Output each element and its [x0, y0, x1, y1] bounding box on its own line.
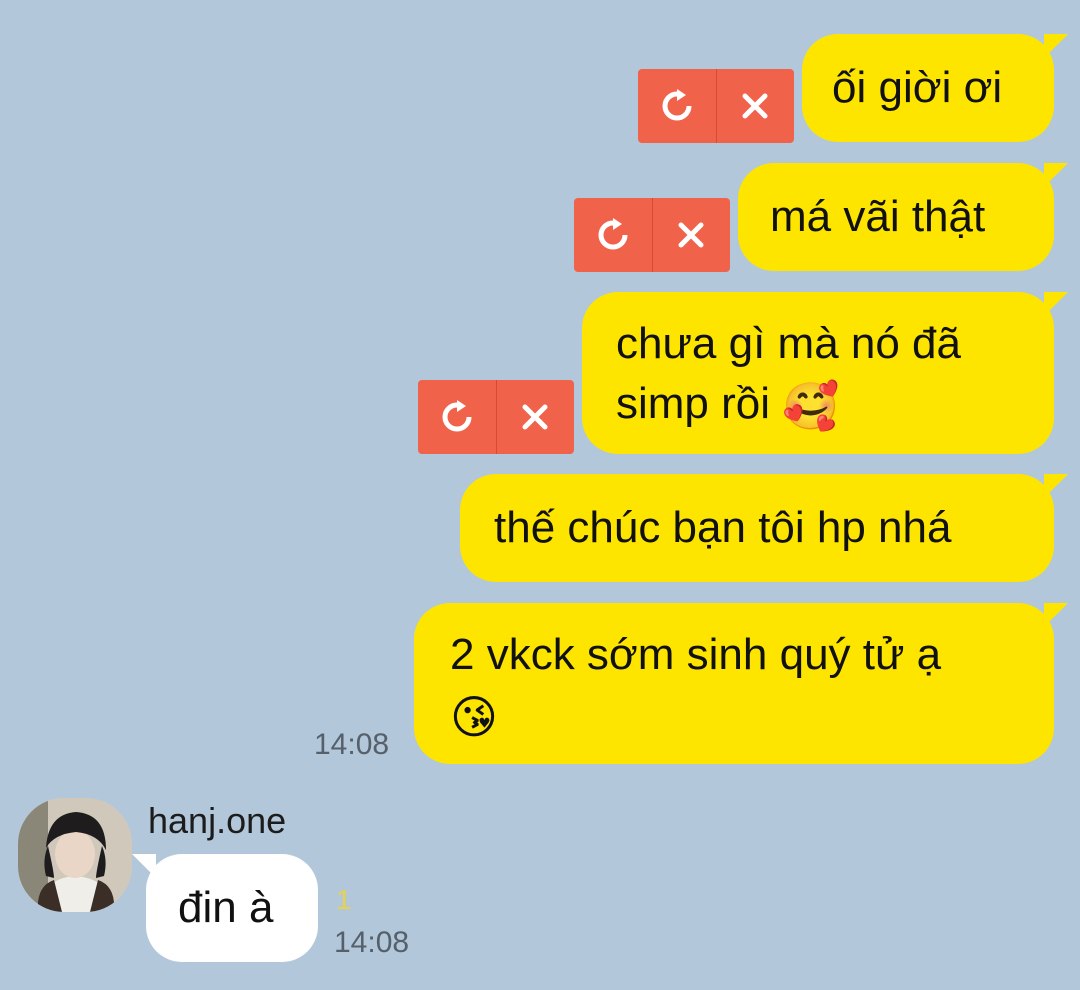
- message-text: chưa gì mà nó đã: [616, 319, 961, 368]
- retry-button[interactable]: [638, 69, 716, 143]
- smiling-face-with-hearts-emoji: 🥰: [782, 379, 840, 434]
- bubble-tail: [1044, 163, 1068, 187]
- delete-button[interactable]: [653, 198, 731, 272]
- message-text: thế chúc bạn tôi hp nhá: [494, 503, 952, 552]
- message-text: đin à: [178, 883, 274, 932]
- retry-icon: [662, 89, 692, 121]
- unread-count: 1: [336, 884, 352, 915]
- delete-button[interactable]: [497, 380, 575, 454]
- bubble-tail: [1044, 474, 1068, 498]
- retry-button[interactable]: [418, 380, 496, 454]
- retry-icon: [598, 218, 628, 250]
- avatar[interactable]: [18, 798, 132, 912]
- outgoing-message[interactable]: thế chúc bạn tôi hp nhá: [460, 474, 1068, 582]
- outgoing-message[interactable]: má vãi thật: [738, 163, 1068, 271]
- retry-button[interactable]: [574, 198, 652, 272]
- retry-icon: [442, 400, 472, 432]
- message-time: 14:08: [314, 728, 390, 761]
- failed-message-actions: [638, 69, 794, 143]
- incoming-message[interactable]: đin à: [132, 854, 318, 962]
- message-text: má vãi thật: [770, 192, 986, 241]
- delete-button[interactable]: [717, 69, 795, 143]
- message-time: 14:08: [334, 926, 410, 959]
- avatar-image: [18, 798, 132, 912]
- sender-name: hanj.one: [148, 800, 287, 841]
- close-icon: [678, 222, 704, 248]
- message-text: 2 vkck sớm sinh quý tử ạ: [450, 630, 942, 679]
- outgoing-message[interactable]: 2 vkck sớm sinh quý tử ạ 😘: [414, 603, 1068, 764]
- message-text-line-2: 😘: [450, 685, 1018, 745]
- message-text-line-2: simp rồi 🥰: [616, 374, 1020, 434]
- failed-message-actions: [418, 380, 574, 454]
- outgoing-message[interactable]: ối giời ơi: [802, 34, 1068, 142]
- message-text: ối giời ơi: [832, 63, 1003, 112]
- bubble-tail: [132, 854, 156, 878]
- message-text: simp rồi: [616, 379, 771, 428]
- outgoing-message[interactable]: chưa gì mà nó đã simp rồi 🥰: [582, 292, 1068, 454]
- bubble-tail: [1044, 34, 1068, 58]
- failed-message-actions: [574, 198, 730, 272]
- close-icon: [742, 93, 768, 119]
- face-blowing-kiss-emoji: 😘: [450, 690, 498, 745]
- bubble-tail: [1044, 603, 1068, 627]
- bubble-tail: [1044, 292, 1068, 316]
- close-icon: [522, 404, 548, 430]
